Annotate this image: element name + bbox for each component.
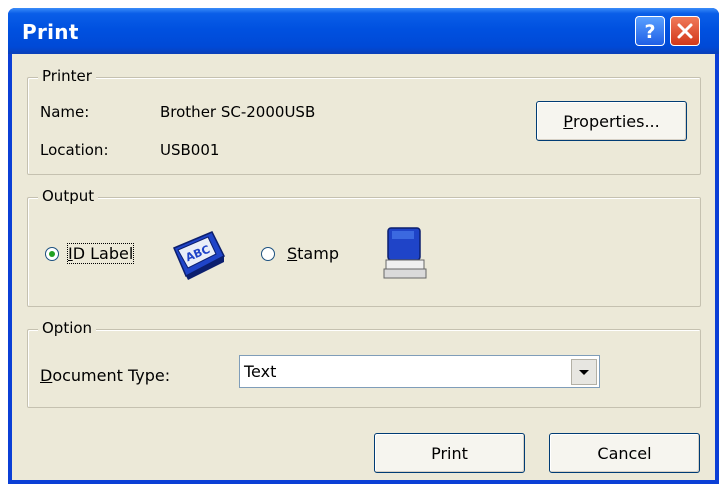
printer-location-value: USB001 bbox=[160, 141, 220, 159]
cancel-button[interactable]: Cancel bbox=[549, 433, 700, 473]
properties-label: roperties... bbox=[572, 111, 660, 131]
document-type-label: Document Type: bbox=[40, 366, 170, 385]
window-title: Print bbox=[22, 20, 79, 44]
dropdown-arrow-icon bbox=[579, 370, 589, 375]
printer-location-label: Location: bbox=[40, 141, 109, 159]
document-type-mnemonic: D bbox=[40, 366, 53, 385]
help-button[interactable]: ? bbox=[635, 16, 665, 46]
print-button[interactable]: Print bbox=[374, 433, 525, 473]
properties-button[interactable]: Properties... bbox=[536, 101, 687, 141]
question-icon: ? bbox=[644, 21, 655, 43]
output-group: Output ID Label ABC Stamp bbox=[27, 187, 701, 307]
id-label-tape-icon: ABC bbox=[173, 231, 225, 280]
radio-selected-dot bbox=[49, 251, 55, 257]
stamp-mnemonic: S bbox=[287, 244, 298, 263]
svg-text:?: ? bbox=[644, 21, 655, 43]
output-legend: Output bbox=[38, 187, 99, 205]
properties-mnemonic: P bbox=[563, 111, 573, 131]
option-group: Option Document Type: Text bbox=[27, 319, 701, 408]
id-label-label: D Label bbox=[72, 244, 134, 263]
stamp-option[interactable]: Stamp bbox=[287, 244, 339, 263]
stamp-radio[interactable] bbox=[261, 247, 275, 261]
dialog-body: Printer Name: Brother SC-2000USB Locatio… bbox=[12, 54, 715, 480]
close-button[interactable] bbox=[670, 16, 700, 46]
dropdown-button[interactable] bbox=[571, 359, 597, 385]
option-legend: Option bbox=[38, 319, 97, 337]
printer-group: Printer Name: Brother SC-2000USB Locatio… bbox=[27, 67, 701, 175]
stamp-icon bbox=[383, 227, 427, 279]
printer-legend: Printer bbox=[38, 67, 96, 85]
printer-name-label: Name: bbox=[40, 103, 90, 121]
printer-name-value: Brother SC-2000USB bbox=[160, 103, 316, 121]
stamp-label: tamp bbox=[297, 244, 339, 263]
title-bar[interactable]: Print ? bbox=[8, 8, 719, 54]
close-icon bbox=[677, 23, 693, 39]
print-dialog: Print ? Printer Name: Brother SC-2000USB… bbox=[8, 8, 719, 484]
id-label-option[interactable]: ID Label bbox=[66, 243, 135, 264]
id-label-radio[interactable] bbox=[45, 247, 59, 261]
document-type-text: ocument Type: bbox=[52, 366, 171, 385]
document-type-value: Text bbox=[244, 362, 277, 381]
document-type-select[interactable]: Text bbox=[239, 355, 600, 388]
